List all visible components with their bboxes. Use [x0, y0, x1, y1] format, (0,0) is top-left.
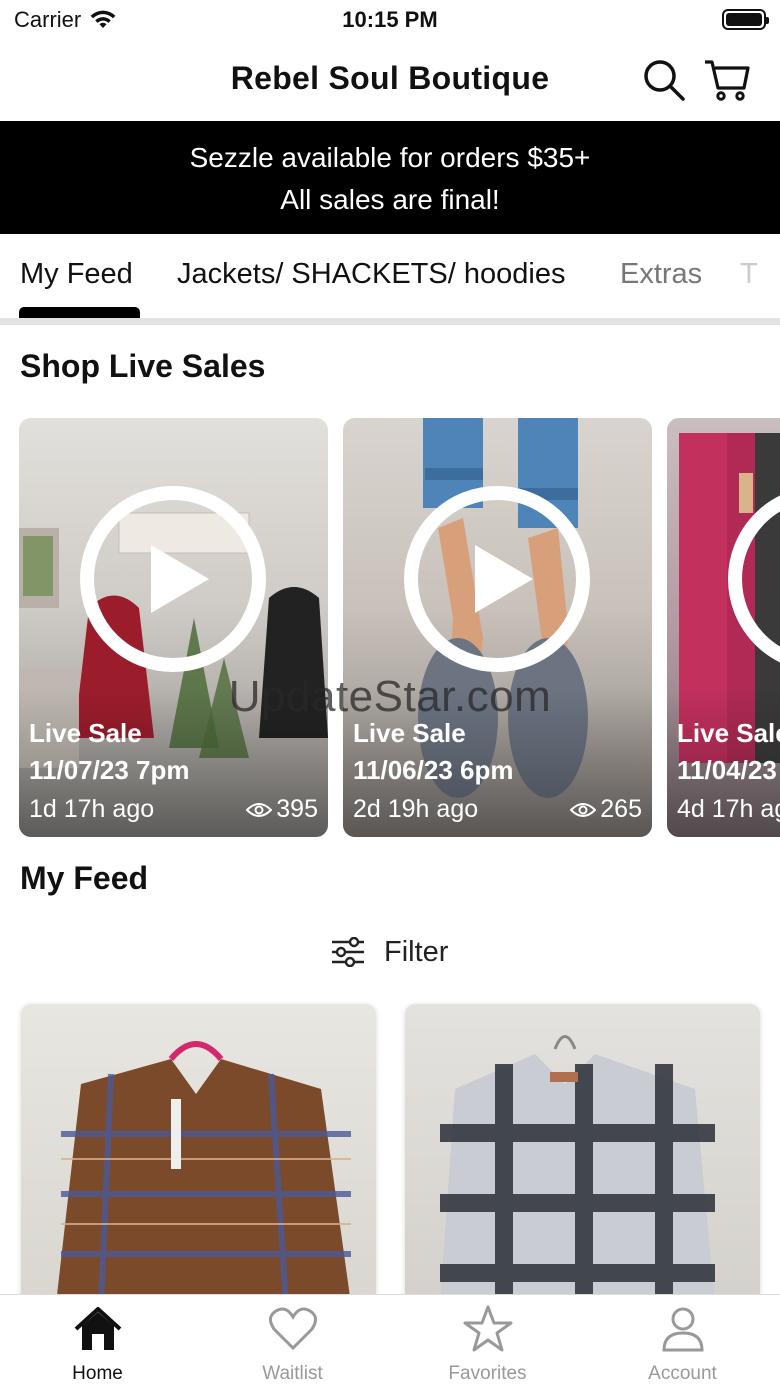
app-header: Rebel Soul Boutique — [0, 44, 780, 120]
tab-jackets[interactable]: Jackets/ SHACKETS/ hoodies — [177, 258, 565, 291]
eye-icon — [246, 802, 273, 817]
cart-button[interactable] — [703, 56, 751, 104]
product-card[interactable] — [405, 1004, 760, 1304]
live-sale-ago: 1d 17h ago — [29, 795, 155, 823]
product-image — [56, 1041, 351, 1304]
category-tabs: My Feed Jackets/ SHACKETS/ hoodies Extra… — [0, 234, 780, 326]
tab-my-feed[interactable]: My Feed — [20, 258, 133, 291]
play-icon — [80, 486, 266, 672]
live-sale-card[interactable]: Live Sale 11/04/23 4d 17h ago — [667, 418, 780, 837]
product-image — [440, 1035, 715, 1304]
live-sale-ago: 2d 19h ago — [353, 795, 479, 823]
nav-waitlist-label: Waitlist — [262, 1363, 323, 1384]
nav-home[interactable]: Home — [0, 1295, 195, 1387]
filter-label: Filter — [384, 935, 449, 968]
live-sale-ago: 4d 17h ago — [677, 795, 780, 823]
live-sale-card[interactable]: Live Sale 11/06/23 6pm 2d 19h ago 265 — [343, 418, 652, 837]
home-icon — [74, 1307, 122, 1350]
live-sale-date: 11/07/23 7pm — [29, 755, 190, 785]
view-count-value: 265 — [600, 795, 642, 823]
tabs-divider — [0, 318, 780, 325]
view-count-value: 395 — [276, 795, 318, 823]
play-icon — [404, 486, 590, 672]
banner-line-2: All sales are final! — [280, 184, 500, 215]
cart-icon — [705, 60, 750, 101]
watermark: UpdateStar.com — [228, 672, 552, 721]
bottom-navigation: Home Waitlist Favorites Account — [0, 1294, 780, 1387]
filter-button[interactable]: Filter — [330, 930, 448, 974]
play-icon — [728, 495, 780, 663]
live-sale-label: Live Sale — [29, 718, 142, 748]
promo-banner: Sezzle available for orders $35+ All sal… — [0, 121, 780, 234]
search-icon — [644, 60, 685, 101]
view-count: 395 — [246, 795, 318, 824]
search-button[interactable] — [640, 56, 688, 104]
star-icon — [463, 1305, 513, 1352]
heart-icon — [269, 1307, 317, 1351]
nav-account-label: Account — [648, 1363, 717, 1384]
nav-account[interactable]: Account — [585, 1295, 780, 1387]
banner-line-1: Sezzle available for orders $35+ — [189, 142, 591, 173]
status-time: 10:15 PM — [342, 7, 438, 32]
nav-home-label: Home — [72, 1363, 123, 1384]
my-feed-title: My Feed — [20, 860, 149, 896]
nav-waitlist[interactable]: Waitlist — [195, 1295, 390, 1387]
live-sale-date: 11/06/23 6pm — [353, 755, 514, 785]
live-sale-date: 11/04/23 — [677, 755, 777, 785]
filter-sliders-icon — [332, 937, 364, 967]
nav-favorites[interactable]: Favorites — [390, 1295, 585, 1387]
product-card[interactable] — [21, 1004, 376, 1304]
tab-truncated[interactable]: T — [740, 258, 758, 291]
person-icon — [662, 1307, 704, 1352]
nav-favorites-label: Favorites — [448, 1363, 527, 1384]
status-bar: Carrier 10:15 PM — [0, 0, 780, 40]
live-sale-card[interactable]: Live Sale 11/07/23 7pm 1d 17h ago 395 — [19, 418, 328, 837]
battery-icon — [722, 9, 769, 30]
eye-icon — [570, 802, 597, 817]
live-sales-carousel: Live Sale 11/07/23 7pm 1d 17h ago 395 Li… — [0, 418, 780, 838]
live-sale-label: Live Sale — [677, 718, 780, 748]
tab-extras[interactable]: Extras — [620, 258, 702, 291]
live-sale-label: Live Sale — [353, 718, 466, 748]
view-count: 265 — [570, 795, 642, 824]
live-sales-title: Shop Live Sales — [20, 348, 266, 384]
